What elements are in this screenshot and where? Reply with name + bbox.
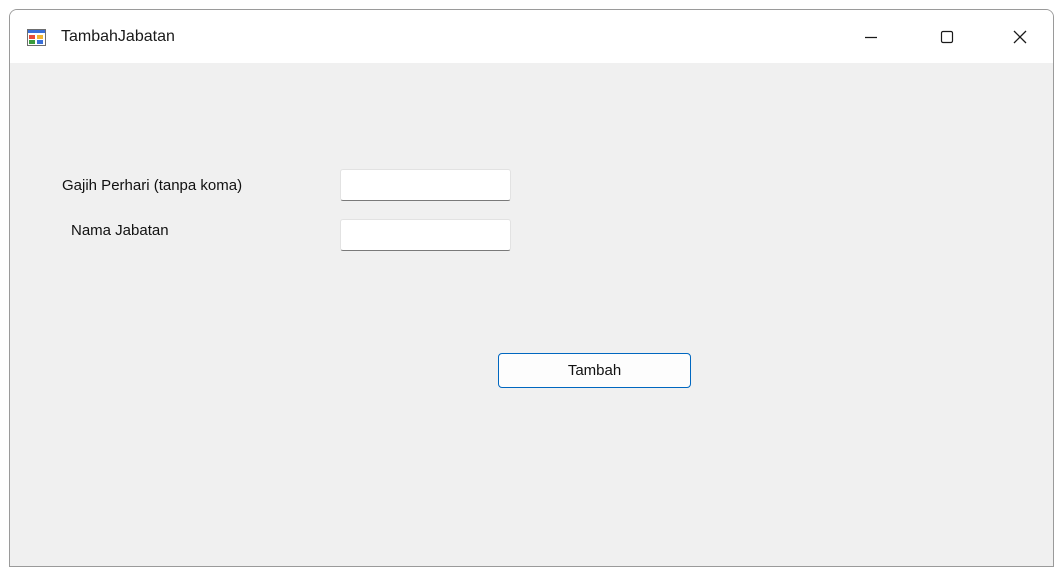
- nama-jabatan-input[interactable]: [340, 219, 511, 251]
- winforms-app-icon: [27, 29, 46, 46]
- minimize-button[interactable]: [836, 10, 906, 63]
- tambah-button[interactable]: Tambah: [498, 353, 691, 388]
- nama-jabatan-label: Nama Jabatan: [71, 222, 169, 239]
- gaji-perhari-label: Gajih Perhari (tanpa koma): [62, 177, 243, 194]
- tambah-jabatan-window: TambahJabatan Gajih Perhari (tanpa koma)…: [9, 9, 1054, 567]
- gaji-perhari-input[interactable]: [340, 169, 511, 201]
- close-icon: [1012, 29, 1028, 45]
- window-title: TambahJabatan: [61, 28, 175, 45]
- maximize-icon: [940, 30, 954, 44]
- title-bar[interactable]: TambahJabatan: [10, 10, 1053, 63]
- close-button[interactable]: [985, 10, 1053, 63]
- maximize-button[interactable]: [912, 10, 982, 63]
- minimize-icon: [864, 30, 878, 44]
